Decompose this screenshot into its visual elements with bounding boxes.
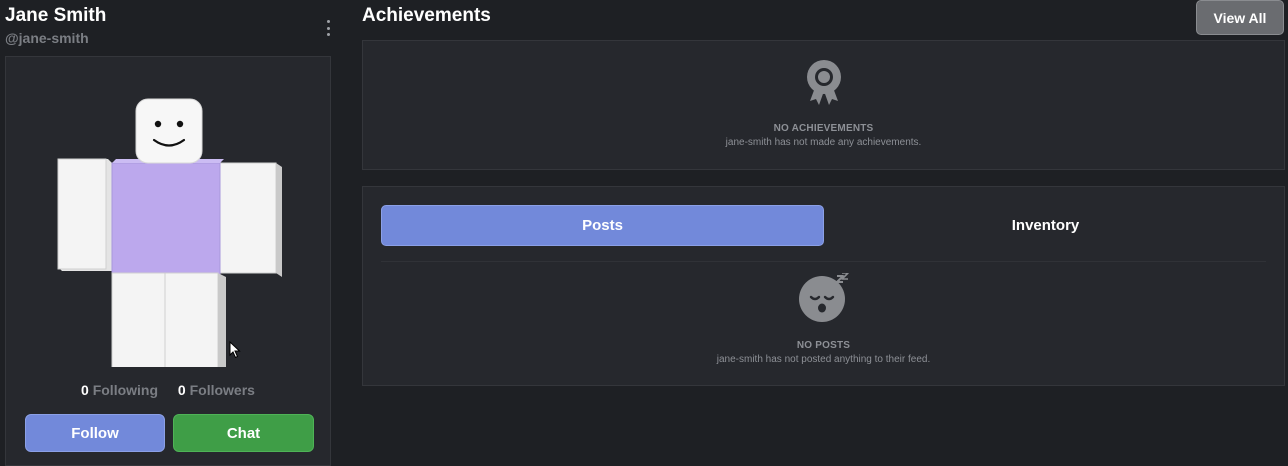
followers-label: Followers	[189, 382, 255, 398]
sleeping-face-icon	[798, 273, 849, 322]
avatar	[57, 98, 282, 367]
chat-button[interactable]: Chat	[173, 414, 314, 452]
feed-panel: Posts Inventory NO POSTS jane-smith has …	[362, 186, 1285, 386]
following-count: 0	[81, 382, 89, 398]
posts-empty-state: NO POSTS jane-smith has not posted anyth…	[363, 273, 1284, 365]
followers-stat[interactable]: 0 Followers	[178, 382, 255, 398]
profile-sidebar: Jane Smith @jane-smith 0 Following 0 Fol…	[0, 0, 340, 466]
follow-button[interactable]: Follow	[25, 414, 165, 452]
achievements-empty-subtitle: jane-smith has not made any achievements…	[725, 137, 922, 148]
mouse-cursor-icon	[229, 341, 241, 359]
achievements-panel: NO ACHIEVEMENTS jane-smith has not made …	[362, 40, 1285, 170]
view-all-button[interactable]: View All	[1196, 0, 1284, 35]
posts-empty-subtitle: jane-smith has not posted anything to th…	[716, 354, 931, 365]
posts-empty-title: NO POSTS	[796, 340, 851, 351]
tab-divider	[381, 261, 1266, 262]
tab-posts[interactable]: Posts	[381, 205, 824, 246]
achievements-title: Achievements	[362, 5, 491, 26]
display-name: Jane Smith	[5, 5, 107, 26]
username: @jane-smith	[5, 30, 89, 46]
following-stat[interactable]: 0 Following	[81, 382, 158, 398]
tab-inventory[interactable]: Inventory	[824, 205, 1267, 246]
follow-stats: 0 Following 0 Followers	[6, 382, 330, 398]
more-options-icon[interactable]	[322, 20, 334, 36]
following-label: Following	[92, 382, 159, 398]
followers-count: 0	[177, 382, 186, 398]
achievements-empty-title: NO ACHIEVEMENTS	[773, 123, 874, 134]
torso-shirt	[111, 162, 221, 276]
achievements-empty-state: NO ACHIEVEMENTS jane-smith has not made …	[363, 57, 1284, 148]
profile-card: 0 Following 0 Followers Follow Chat	[5, 56, 331, 466]
award-badge-icon	[806, 60, 841, 105]
